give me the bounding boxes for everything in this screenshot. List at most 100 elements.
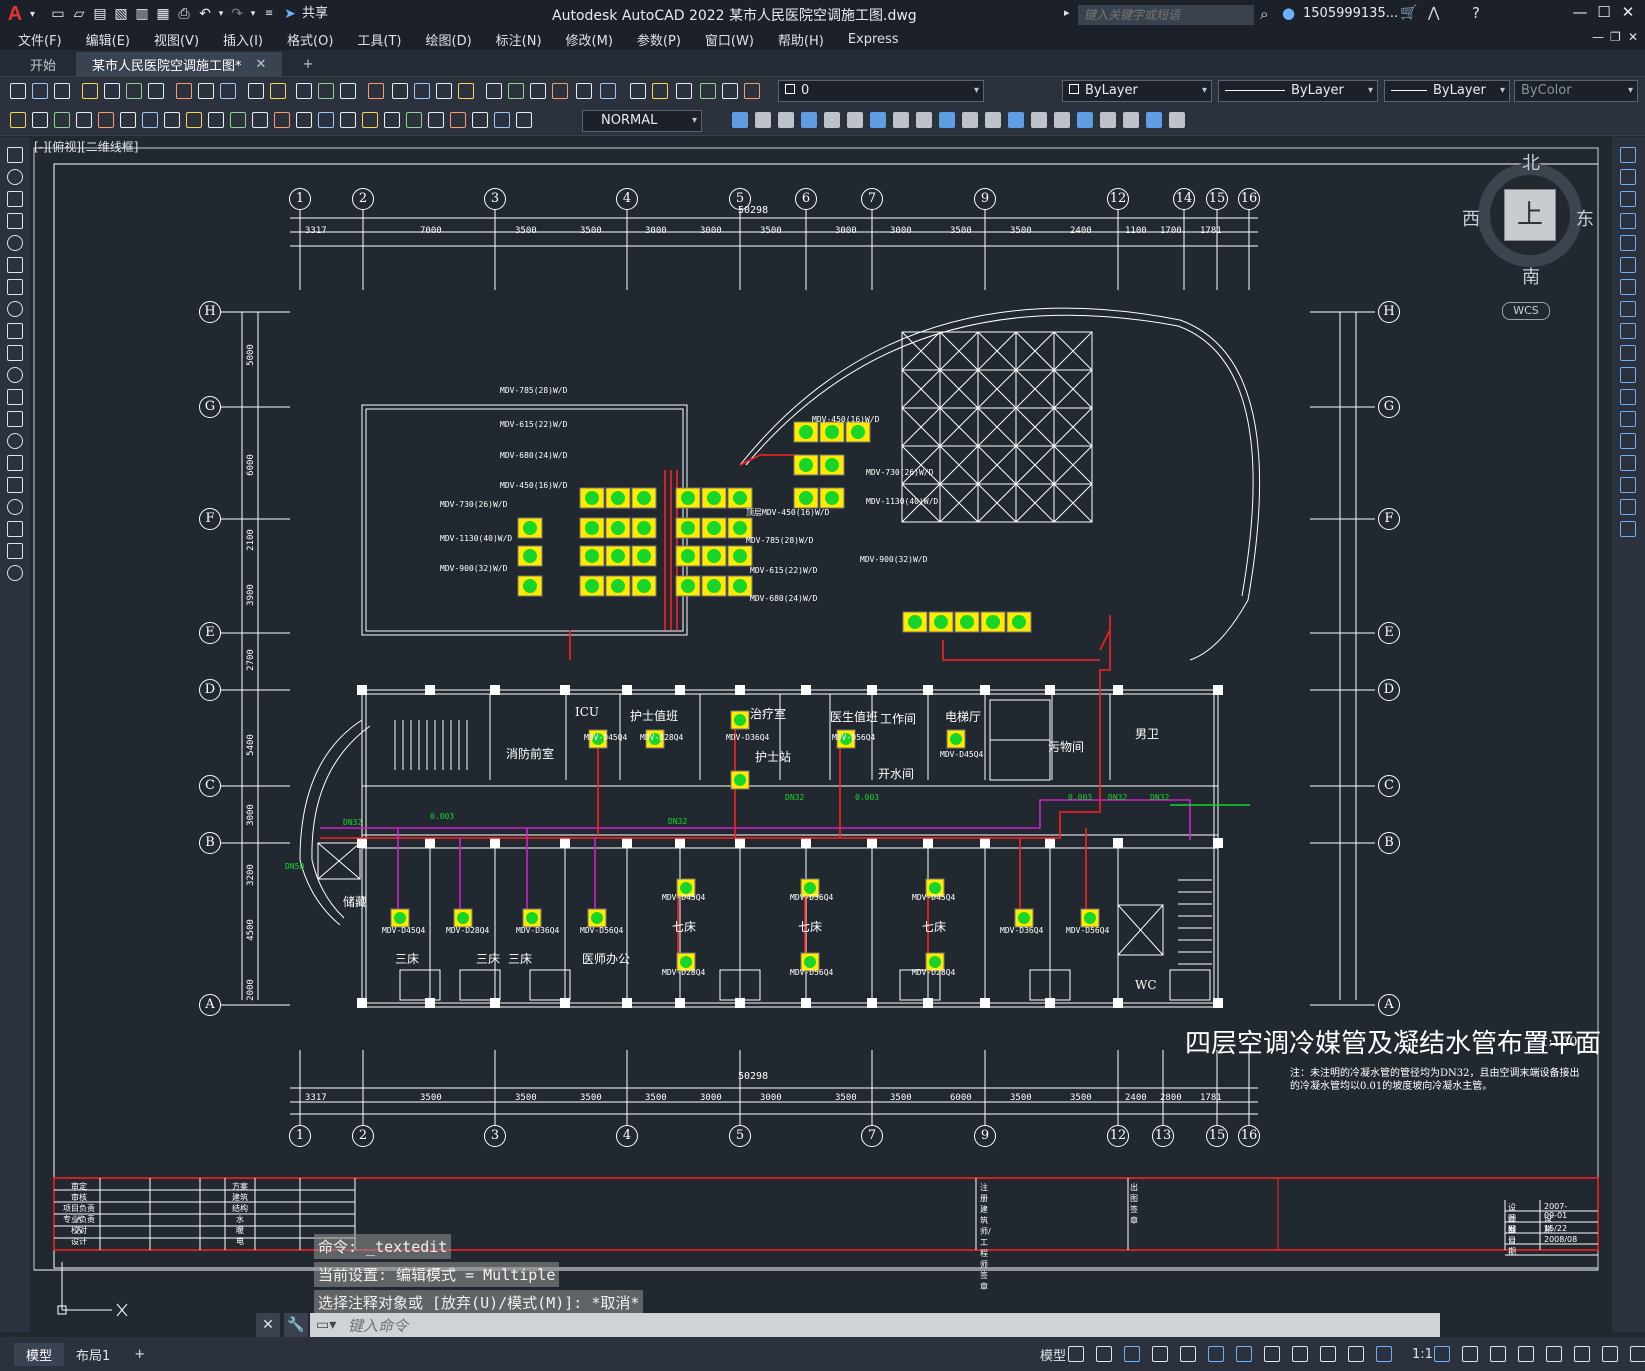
modify-tool-icon[interactable]	[1100, 112, 1116, 128]
share-label[interactable]: 共享	[302, 5, 328, 23]
dimension-tool-icon[interactable]	[230, 112, 246, 128]
menu-format[interactable]: 格式(O)	[275, 30, 345, 49]
new-icon[interactable]: ▭	[49, 5, 67, 23]
command-prompt-icon[interactable]: ▭▾	[316, 1317, 336, 1333]
help-search-input[interactable]	[1078, 5, 1254, 25]
tab-close-icon[interactable]: ✕	[256, 57, 267, 72]
modify-tool-icon[interactable]	[824, 112, 840, 128]
toolbar-tool-icon[interactable]	[318, 83, 334, 99]
status-toggle-icon[interactable]	[1574, 1346, 1590, 1362]
viewport-label[interactable]: [-][俯视][二维线框]	[34, 138, 138, 155]
user-name[interactable]: 1505999135...	[1303, 6, 1398, 21]
toolbar-tool-icon[interactable]	[220, 83, 236, 99]
app-menu-arrow-icon[interactable]: ▾	[30, 9, 35, 20]
menu-edit[interactable]: 编辑(E)	[74, 30, 142, 49]
modify-side-icon[interactable]	[1620, 191, 1636, 207]
modify-side-icon[interactable]	[1620, 455, 1636, 471]
toolbar-tool-icon[interactable]	[600, 83, 616, 99]
dimension-tool-icon[interactable]	[472, 112, 488, 128]
toolbar-tool-icon[interactable]	[552, 83, 568, 99]
layer-dropdown[interactable]: 0 ▾	[778, 80, 984, 102]
command-customize-icon[interactable]: 🔧	[284, 1313, 308, 1337]
modify-tool-icon[interactable]	[1008, 112, 1024, 128]
modify-tool-icon[interactable]	[1146, 112, 1162, 128]
save-icon[interactable]: ▤	[91, 5, 109, 23]
user-icon[interactable]: ●	[1282, 4, 1295, 22]
doc-minimize-icon[interactable]: —	[1592, 30, 1604, 44]
modify-tool-icon[interactable]	[732, 112, 748, 128]
dimension-tool-icon[interactable]	[164, 112, 180, 128]
tab-model[interactable]: 模型	[14, 1342, 65, 1366]
modify-side-icon[interactable]	[1620, 477, 1636, 493]
menu-window[interactable]: 窗口(W)	[693, 30, 766, 49]
modify-side-icon[interactable]	[1620, 433, 1636, 449]
modify-side-icon[interactable]	[1620, 279, 1636, 295]
draw-tool-icon[interactable]	[7, 279, 23, 295]
plotstyle-dropdown[interactable]: ByColor ▾	[1514, 80, 1638, 102]
minimize-icon[interactable]: —	[1568, 3, 1592, 21]
new-tab-button[interactable]: +	[286, 52, 329, 76]
dimension-tool-icon[interactable]	[252, 112, 268, 128]
draw-tool-icon[interactable]	[7, 147, 23, 163]
dimension-tool-icon[interactable]	[450, 112, 466, 128]
dimension-tool-icon[interactable]	[54, 112, 70, 128]
toolbar-tool-icon[interactable]	[54, 83, 70, 99]
web-save-icon[interactable]: ▦	[154, 5, 172, 23]
modify-tool-icon[interactable]	[893, 112, 909, 128]
maximize-icon[interactable]: ☐	[1592, 3, 1616, 21]
modify-side-icon[interactable]	[1620, 367, 1636, 383]
wcs-menu[interactable]: WCS	[1502, 302, 1550, 320]
menu-dimension[interactable]: 标注(N)	[484, 30, 554, 49]
modify-side-icon[interactable]	[1620, 521, 1636, 537]
dimension-tool-icon[interactable]	[428, 112, 444, 128]
draw-tool-icon[interactable]	[7, 411, 23, 427]
status-toggle-icon[interactable]	[1434, 1346, 1450, 1362]
toolbar-tool-icon[interactable]	[82, 83, 98, 99]
undo-icon[interactable]: ↶	[196, 5, 214, 23]
status-toggle-icon[interactable]	[1602, 1346, 1618, 1362]
menu-tools[interactable]: 工具(T)	[345, 30, 413, 49]
modify-side-icon[interactable]	[1620, 323, 1636, 339]
toolbar-tool-icon[interactable]	[630, 83, 646, 99]
menu-file[interactable]: 文件(F)	[0, 30, 74, 49]
status-toggle-icon[interactable]	[1320, 1346, 1336, 1362]
draw-tool-icon[interactable]	[7, 301, 23, 317]
drawing-canvas[interactable]: 1 2 3 4 5 6 7 9 12 14 15 16 1 2 3 4 5 7 9 12 13 15 16 H H G G F F E E D…	[30, 137, 1612, 1332]
dimension-tool-icon[interactable]	[142, 112, 158, 128]
dimension-tool-icon[interactable]	[406, 112, 422, 128]
toolbar-tool-icon[interactable]	[414, 83, 430, 99]
draw-tool-icon[interactable]	[7, 565, 23, 581]
autocad-logo-icon[interactable]: A	[0, 0, 30, 28]
modify-tool-icon[interactable]	[801, 112, 817, 128]
modify-tool-icon[interactable]	[847, 112, 863, 128]
share-icon[interactable]: ➤	[281, 5, 299, 23]
modify-tool-icon[interactable]	[1054, 112, 1070, 128]
toolbar-tool-icon[interactable]	[530, 83, 546, 99]
dimension-tool-icon[interactable]	[384, 112, 400, 128]
draw-tool-icon[interactable]	[7, 389, 23, 405]
dimension-tool-icon[interactable]	[274, 112, 290, 128]
toolbar-tool-icon[interactable]	[104, 83, 120, 99]
draw-tool-icon[interactable]	[7, 257, 23, 273]
modify-tool-icon[interactable]	[1169, 112, 1185, 128]
status-toggle-icon[interactable]	[1068, 1346, 1084, 1362]
redo-icon[interactable]: ↷	[228, 5, 246, 23]
toolbar-tool-icon[interactable]	[652, 83, 668, 99]
toolbar-tool-icon[interactable]	[296, 83, 312, 99]
tab-layout1[interactable]: 布局1	[64, 1343, 122, 1366]
status-toggle-icon[interactable]	[1208, 1346, 1224, 1362]
expand-search-icon[interactable]: ▸	[1064, 6, 1070, 19]
draw-tool-icon[interactable]	[7, 191, 23, 207]
dimension-tool-icon[interactable]	[296, 112, 312, 128]
status-toggle-icon[interactable]	[1630, 1346, 1645, 1362]
toolbar-tool-icon[interactable]	[270, 83, 286, 99]
modify-side-icon[interactable]	[1620, 257, 1636, 273]
modify-side-icon[interactable]	[1620, 235, 1636, 251]
dimension-tool-icon[interactable]	[32, 112, 48, 128]
menu-insert[interactable]: 插入(I)	[211, 30, 275, 49]
dimension-tool-icon[interactable]	[362, 112, 378, 128]
dimension-tool-icon[interactable]	[76, 112, 92, 128]
toolbar-tool-icon[interactable]	[576, 83, 592, 99]
toolbar-tool-icon[interactable]	[700, 83, 716, 99]
linetype-dropdown[interactable]: ByLayer ▾	[1218, 80, 1378, 102]
